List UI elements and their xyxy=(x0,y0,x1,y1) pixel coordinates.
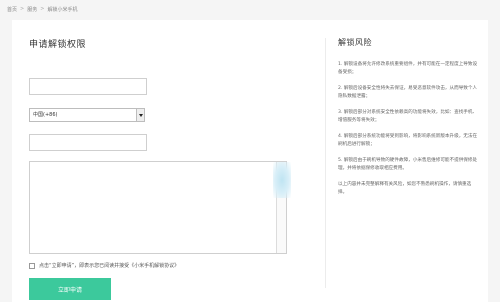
risk-item: 2. 解锁后设备安全性将失去保证，易受恶意软件攻击，从而导致个人隐私数据泄露； xyxy=(338,86,478,99)
breadcrumb-separator: > xyxy=(40,6,45,12)
unlock-risks-section: 解锁风险 1. 解锁设备将允许修改系统重要组件，并有可能在一定程度上导致设备受损… xyxy=(338,37,480,205)
agreement-checkbox[interactable] xyxy=(29,262,35,269)
breadcrumb: 首页 > 服务 > 解锁小米手机 xyxy=(7,3,77,15)
country-code-select[interactable]: 中国(+86) xyxy=(29,108,145,122)
scrollbar-thumb[interactable] xyxy=(273,162,291,198)
risk-summary: 以上内容并未完整解释有关风险，如您不熟悉刷机操作，请慎重选择。 xyxy=(338,182,472,195)
main-panel: 申请解锁权限 中国(+86) 点击“立即申请”，即表示您已阅读并接受《小米手机解… xyxy=(12,20,488,302)
apply-now-button[interactable]: 立即申请 xyxy=(29,278,111,300)
reason-textarea[interactable] xyxy=(29,161,291,254)
breadcrumb-service[interactable]: 服务 xyxy=(27,6,37,13)
apply-form: 申请解锁权限 中国(+86) 点击“立即申请”，即表示您已阅读并接受《小米手机解… xyxy=(29,37,314,300)
risk-item: 5. 解锁后由于刷机导致的硬件故障，小米售后维修可能不提供保修处理，并将依据保修… xyxy=(338,158,478,171)
form-title: 申请解锁权限 xyxy=(29,40,87,50)
agreement-text[interactable]: 点击“立即申请”，即表示您已阅读并接受《小米手机解锁协议》 xyxy=(39,262,179,269)
phone-number-input[interactable] xyxy=(29,134,147,151)
country-code-value: 中国(+86) xyxy=(33,112,58,118)
risk-item: 3. 解锁后部分对系统安全性依赖高的功能将失效，比如：查找手机、增值服务等将失效… xyxy=(338,110,478,123)
agreement-row: 点击“立即申请”，即表示您已阅读并接受《小米手机解锁协议》 xyxy=(29,262,179,269)
risk-list: 1. 解锁设备将允许修改系统重要组件，并有可能在一定程度上导致设备受损； 2. … xyxy=(338,61,480,196)
risk-item: 1. 解锁设备将允许修改系统重要组件，并有可能在一定程度上导致设备受损； xyxy=(338,62,478,75)
textarea-scrollbar[interactable] xyxy=(273,162,291,253)
breadcrumb-separator: > xyxy=(20,6,25,12)
risk-item: 4. 解锁后部分系统功能将受到影响，将影响系统新版本升级，无法在刷机后进行解锁； xyxy=(338,134,478,147)
breadcrumb-home[interactable]: 首页 xyxy=(7,6,17,13)
name-input[interactable] xyxy=(29,78,147,95)
risks-title: 解锁风险 xyxy=(338,38,372,47)
breadcrumb-current: 解锁小米手机 xyxy=(47,6,78,13)
column-divider xyxy=(325,38,326,288)
dropdown-arrow-icon[interactable] xyxy=(136,109,144,121)
